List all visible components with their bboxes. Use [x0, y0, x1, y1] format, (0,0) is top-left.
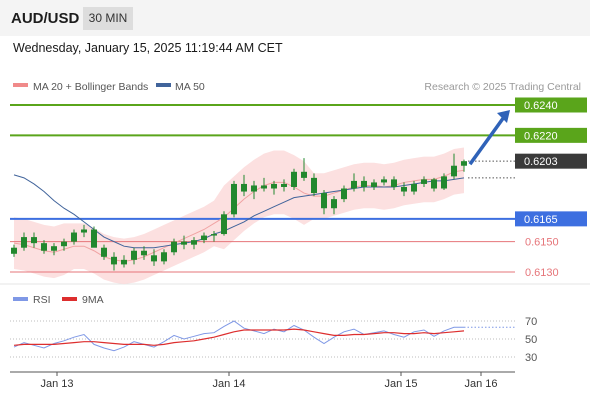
candle-body — [381, 179, 387, 183]
ma9-legend-swatch — [62, 297, 77, 301]
candle-body — [271, 183, 277, 189]
credit-text: Research © 2025 Trading Central — [424, 81, 581, 93]
rsi-line — [13, 320, 464, 352]
candle-body — [41, 243, 47, 251]
candle-body — [451, 165, 457, 177]
x-axis-label: Jan 15 — [384, 378, 417, 390]
candle-body — [51, 246, 57, 251]
candle-body — [391, 179, 397, 187]
candle-body — [211, 234, 217, 236]
candle-body — [311, 177, 317, 194]
candle-body — [151, 255, 157, 262]
candle-body — [331, 199, 337, 209]
candle-body — [351, 180, 357, 189]
candle-body — [251, 185, 257, 192]
candle-body — [341, 188, 347, 200]
candle-body — [31, 237, 37, 244]
ma9-legend-label: 9MA — [82, 294, 104, 306]
candle-body — [201, 235, 207, 241]
rsi-tick-label: 50 — [525, 334, 537, 346]
candle-body — [441, 176, 447, 189]
candle-body — [71, 232, 77, 242]
ma50-legend-swatch — [156, 83, 171, 87]
candle-body — [141, 250, 147, 256]
x-axis-label: Jan 14 — [212, 378, 245, 390]
level-label: 0.6220 — [524, 130, 558, 142]
candle-body — [21, 237, 27, 248]
candle-body — [361, 180, 367, 187]
candle-body — [191, 240, 197, 245]
ma20-legend-label: MA 20 + Bollinger Bands — [33, 81, 148, 93]
level-label: 0.6150 — [525, 237, 559, 249]
candle-body — [291, 171, 297, 187]
rsi-tick-label: 30 — [525, 352, 537, 364]
candle-body — [101, 247, 107, 257]
candle-body — [91, 229, 97, 248]
candle-body — [11, 247, 17, 254]
x-axis-label: Jan 13 — [40, 378, 73, 390]
ma50-legend-label: MA 50 — [175, 81, 205, 93]
candle-body — [401, 186, 407, 192]
candle-body — [261, 185, 267, 189]
rsi-legend-label: RSI — [33, 294, 51, 306]
candle-body — [81, 229, 87, 233]
rsi-legend-swatch — [13, 297, 28, 301]
level-label: 0.6165 — [524, 214, 558, 226]
candle-body — [411, 183, 417, 192]
candle-body — [61, 241, 67, 247]
candle-body — [131, 250, 137, 260]
forecast-arrow — [468, 116, 506, 166]
candle-body — [121, 259, 127, 265]
ma20-legend-swatch — [13, 83, 28, 87]
candle-body — [281, 183, 287, 187]
candle-body — [461, 161, 467, 166]
current-price-label: 0.6203 — [524, 156, 558, 168]
price-chart: MA 20 + Bollinger Bands MA 50 Research ©… — [0, 81, 590, 390]
candle-body — [301, 171, 307, 178]
candle-body — [181, 241, 187, 245]
candle-body — [161, 252, 167, 262]
rsi-tick-label: 70 — [525, 316, 537, 328]
candle-body — [371, 182, 377, 187]
candle-body — [221, 214, 227, 235]
candle-body — [231, 183, 237, 215]
x-axis-label: Jan 16 — [464, 378, 497, 390]
rsi-ma-line — [13, 328, 465, 346]
candle-body — [111, 256, 117, 265]
bollinger-band-area — [14, 147, 464, 285]
level-label: 0.6130 — [525, 267, 559, 279]
level-label: 0.6240 — [524, 100, 558, 112]
candle-body — [171, 241, 177, 253]
candle-body — [321, 193, 327, 209]
candle-body — [431, 179, 437, 189]
candle-body — [421, 179, 427, 184]
candle-body — [241, 183, 247, 192]
